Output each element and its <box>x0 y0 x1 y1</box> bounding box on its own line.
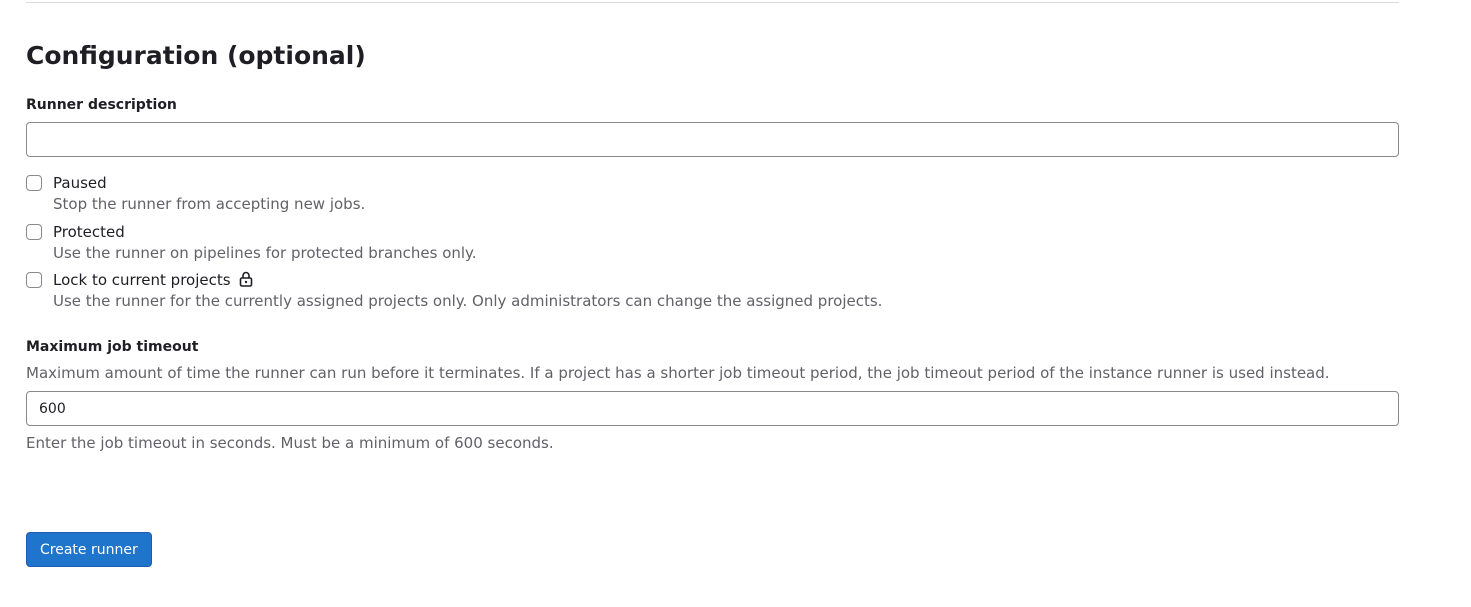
top-divider <box>26 2 1399 3</box>
runner-description-input[interactable] <box>26 122 1399 157</box>
timeout-input[interactable] <box>26 391 1399 426</box>
timeout-label: Maximum job timeout <box>26 339 199 355</box>
timeout-help: Enter the job timeout in seconds. Must b… <box>26 434 554 452</box>
runner-configuration-page: Configuration (optional) Runner descript… <box>0 0 1471 607</box>
lock-projects-checkbox[interactable] <box>26 272 42 288</box>
lock-projects-label-wrap[interactable]: Lock to current projects <box>53 271 253 290</box>
paused-help: Stop the runner from accepting new jobs. <box>53 195 366 213</box>
paused-checkbox[interactable] <box>26 175 42 191</box>
timeout-description: Maximum amount of time the runner can ru… <box>26 364 1330 382</box>
lock-projects-label: Lock to current projects <box>53 271 231 289</box>
paused-label[interactable]: Paused <box>53 174 107 193</box>
protected-label[interactable]: Protected <box>53 223 125 242</box>
protected-help: Use the runner on pipelines for protecte… <box>53 244 477 262</box>
section-title: Configuration (optional) <box>26 41 366 70</box>
create-runner-button[interactable]: Create runner <box>26 532 152 567</box>
protected-checkbox[interactable] <box>26 224 42 240</box>
runner-description-label: Runner description <box>26 97 177 113</box>
lock-icon <box>240 271 253 287</box>
lock-projects-help: Use the runner for the currently assigne… <box>53 292 883 310</box>
